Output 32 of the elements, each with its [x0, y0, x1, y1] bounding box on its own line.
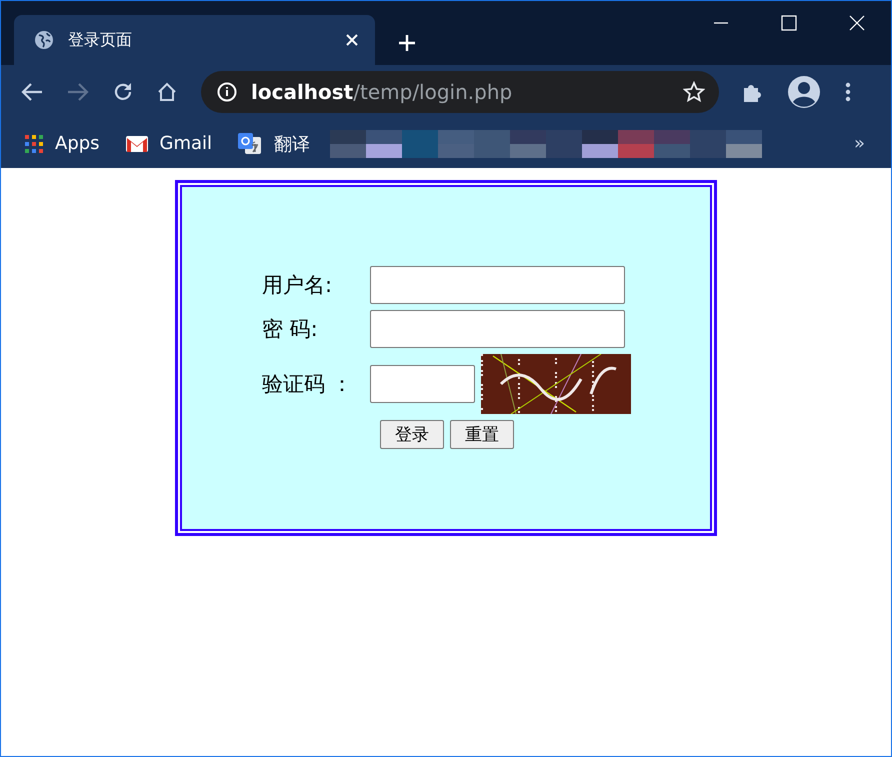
- browser-tab[interactable]: 登录页面: [14, 15, 375, 65]
- account-icon[interactable]: [787, 75, 821, 109]
- translate-icon: [238, 132, 262, 154]
- mail-icon: [126, 136, 148, 152]
- form-button[interactable]: 重置: [450, 420, 514, 449]
- bookmark[interactable]: Apps: [25, 133, 100, 154]
- reload-icon[interactable]: [113, 82, 133, 102]
- username-field[interactable]: [370, 266, 625, 304]
- bookmark[interactable]: Gmail: [126, 133, 212, 154]
- info-icon: [217, 82, 237, 102]
- address-bar[interactable]: localhost/temp/login.php: [201, 71, 719, 113]
- field-label: 用户名:: [262, 272, 334, 299]
- tab-title: 登录页面: [68, 30, 133, 50]
- close-icon[interactable]: [345, 33, 359, 47]
- url-text: localhost/temp/login.php: [251, 80, 514, 104]
- back-arrow-icon[interactable]: [21, 82, 43, 102]
- field-label: 密 码:: [262, 316, 319, 343]
- maximize-icon[interactable]: [781, 15, 797, 31]
- captcha-field[interactable]: [370, 365, 475, 403]
- more-menu-icon[interactable]: [845, 82, 851, 102]
- apps-grid-icon: [25, 134, 43, 152]
- password-field[interactable]: [370, 310, 625, 348]
- bookmarks-overflow[interactable]: »: [854, 133, 865, 154]
- close-icon[interactable]: [849, 15, 865, 31]
- new-tab-icon[interactable]: [397, 33, 417, 53]
- bookmark[interactable]: 翻译: [238, 132, 310, 156]
- field-label: 验证码 ：: [262, 371, 354, 398]
- form-button[interactable]: 登录: [380, 420, 444, 449]
- globe-icon: [34, 30, 54, 50]
- star-icon[interactable]: [683, 81, 705, 103]
- home-icon[interactable]: [157, 82, 177, 102]
- forward-arrow-icon[interactable]: [67, 82, 89, 102]
